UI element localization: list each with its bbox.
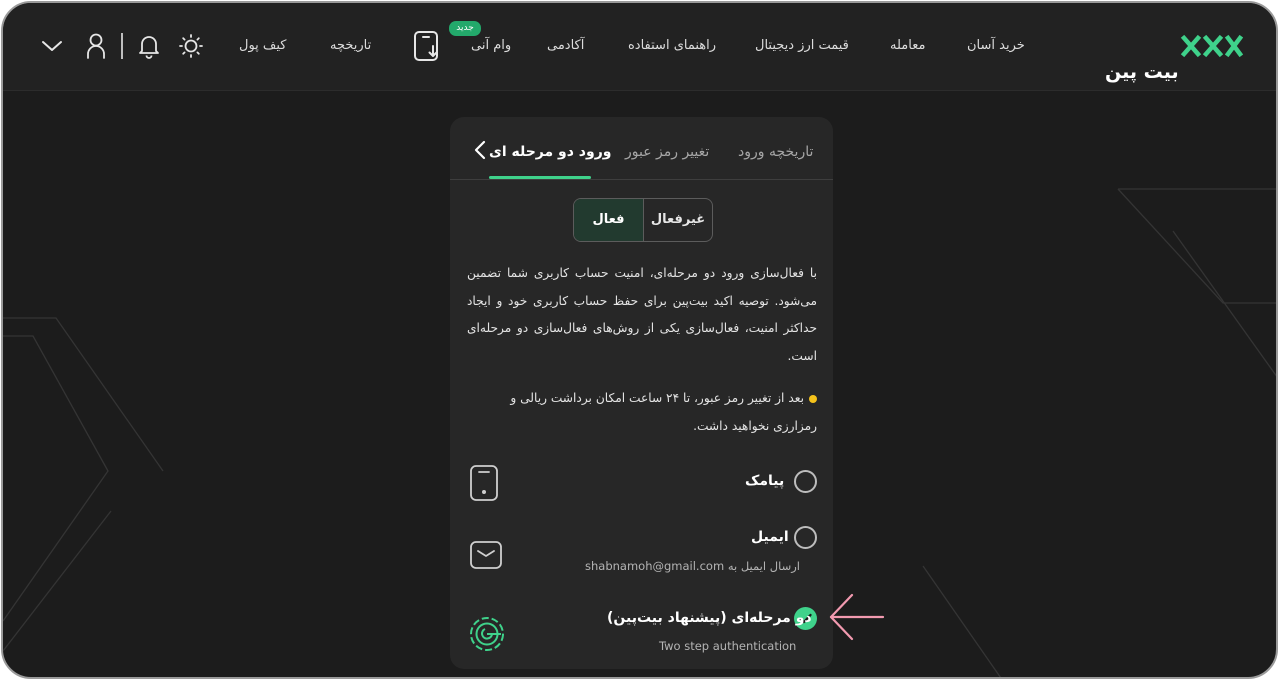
- new-badge: جدید: [449, 21, 481, 36]
- nav-easy-buy[interactable]: خرید آسان: [967, 36, 1025, 56]
- logo-text: بیت پین: [1105, 61, 1179, 83]
- email-option-subtitle: shabnamoh@gmail.com ارسال ایمیل به: [585, 558, 800, 574]
- nav-instant-loan[interactable]: وام آنی: [471, 36, 511, 56]
- email-radio[interactable]: [794, 526, 817, 549]
- two-step-description: با فعال‌سازی ورود دو مرحله‌ای، امنیت حسا…: [467, 266, 817, 363]
- chevron-down-icon[interactable]: [41, 39, 63, 53]
- email-subtitle-prefix: ارسال ایمیل به: [727, 559, 800, 573]
- brand-logo[interactable]: بیت پین: [1103, 29, 1248, 83]
- header-divider: [121, 33, 123, 59]
- authenticator-option-subtitle: Two step authentication: [659, 639, 797, 653]
- tab-change-password[interactable]: تغییر رمز عبور: [625, 141, 709, 163]
- nav-guide[interactable]: راهنمای استفاده: [628, 36, 716, 56]
- withdraw-warning-note: بعد از تغییر رمز عبور، تا ۲۴ ساعت امکان …: [467, 385, 817, 440]
- logo-mark-icon: [1180, 34, 1244, 58]
- withdraw-warning-text: بعد از تغییر رمز عبور، تا ۲۴ ساعت امکان …: [510, 391, 817, 433]
- nav-trade[interactable]: معامله: [890, 36, 925, 56]
- mail-icon: [469, 540, 503, 570]
- phone-download-icon[interactable]: [413, 30, 441, 62]
- pointer-arrow-icon: [826, 591, 886, 645]
- nav-academy[interactable]: آکادمی: [547, 36, 584, 56]
- authenticator-icon: [468, 615, 506, 653]
- chevron-left-icon[interactable]: [473, 139, 487, 161]
- bell-icon[interactable]: [137, 33, 161, 59]
- top-navigation-bar: بیت پین خرید آسان معامله قیمت ارز دیجیتا…: [3, 3, 1276, 91]
- sun-icon[interactable]: [179, 34, 203, 58]
- toggle-active-button[interactable]: فعال: [574, 199, 643, 241]
- email-option-title: ایمیل: [751, 529, 789, 545]
- sms-option-title: پیامک: [745, 473, 785, 489]
- security-settings-card: ورود دو مرحله ای تغییر رمز عبور تاریخچه …: [450, 117, 833, 669]
- nav-history[interactable]: تاریخچه: [330, 36, 371, 56]
- tabs-divider: [450, 179, 833, 180]
- user-icon[interactable]: [85, 32, 107, 60]
- mobile-icon: [469, 465, 499, 501]
- tab-login-history[interactable]: تاریخچه ورود: [738, 141, 813, 163]
- app-window: بیت پین خرید آسان معامله قیمت ارز دیجیتا…: [1, 1, 1278, 679]
- sms-radio[interactable]: [794, 470, 817, 493]
- nav-wallet[interactable]: کیف پول: [239, 36, 286, 56]
- nav-crypto-price[interactable]: قیمت ارز دیجیتال: [755, 36, 849, 56]
- email-address: shabnamoh@gmail.com: [585, 559, 725, 573]
- activation-toggle: فعال غیرفعال: [573, 198, 713, 242]
- authenticator-option-title: دو مرحله‌ای (پیشنهاد بیت‌پین): [607, 610, 812, 626]
- tab-two-step-login[interactable]: ورود دو مرحله ای: [489, 141, 611, 163]
- toggle-inactive-button[interactable]: غیرفعال: [643, 199, 712, 241]
- warning-dot-icon: [809, 394, 817, 403]
